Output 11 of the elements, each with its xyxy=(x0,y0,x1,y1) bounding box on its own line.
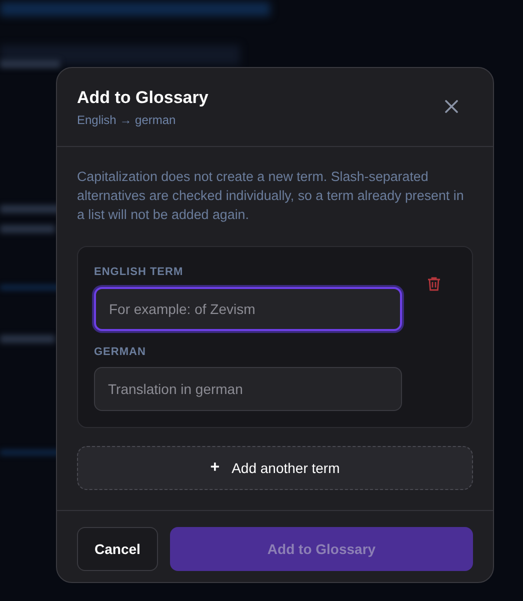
text-input-field[interactable]: Translation in german xyxy=(94,367,402,411)
field-label: GERMAN xyxy=(94,345,147,359)
plus-icon[interactable]: + xyxy=(210,456,220,480)
field-label: ENGLISH TERM xyxy=(94,265,184,279)
text-input-field[interactable]: For example: of Zevism xyxy=(94,287,402,331)
trash-icon[interactable] xyxy=(428,277,440,291)
cancel-button[interactable]: Cancel xyxy=(77,527,158,571)
add-term-button[interactable]: + Add another term xyxy=(77,446,473,490)
description-text: Capitalization does not create a new term. Slash-separated alternatives are checked individually, so a term already present in a list will not be added again. xyxy=(77,168,465,224)
dialog-subtitle: English → german xyxy=(77,112,177,128)
dialog-title: Add to Glossary xyxy=(77,88,208,108)
